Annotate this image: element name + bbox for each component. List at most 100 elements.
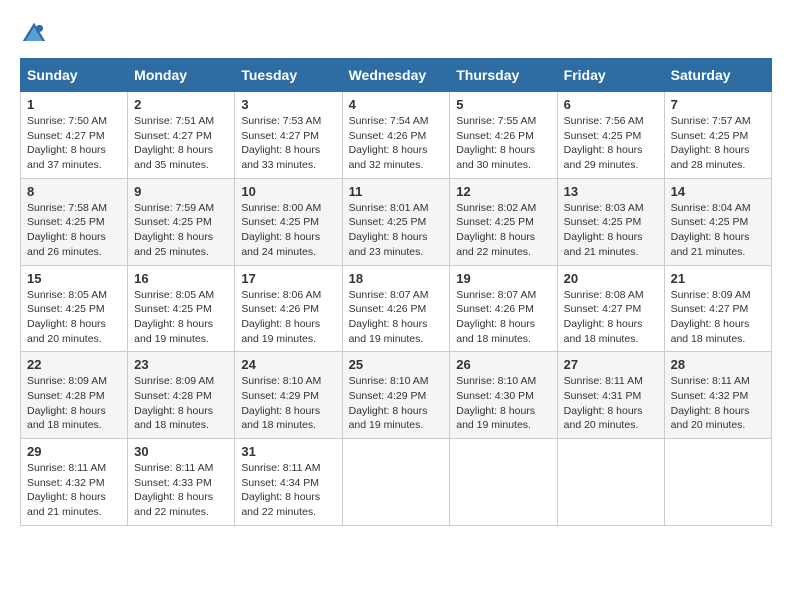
calendar-day: 6 Sunrise: 7:56 AMSunset: 4:25 PMDayligh…: [557, 92, 664, 179]
calendar-day: 15 Sunrise: 8:05 AMSunset: 4:25 PMDaylig…: [21, 265, 128, 352]
day-number: 11: [349, 184, 444, 199]
day-number: 1: [27, 97, 121, 112]
calendar-day: 4 Sunrise: 7:54 AMSunset: 4:26 PMDayligh…: [342, 92, 450, 179]
day-number: 20: [564, 271, 658, 286]
calendar-day: 5 Sunrise: 7:55 AMSunset: 4:26 PMDayligh…: [450, 92, 557, 179]
calendar-day: 10 Sunrise: 8:00 AMSunset: 4:25 PMDaylig…: [235, 178, 342, 265]
day-number: 16: [134, 271, 228, 286]
calendar-day: 27 Sunrise: 8:11 AMSunset: 4:31 PMDaylig…: [557, 352, 664, 439]
day-info: Sunrise: 8:11 AMSunset: 4:31 PMDaylight:…: [564, 375, 643, 431]
day-number: 4: [349, 97, 444, 112]
calendar-week: 15 Sunrise: 8:05 AMSunset: 4:25 PMDaylig…: [21, 265, 772, 352]
day-info: Sunrise: 8:07 AMSunset: 4:26 PMDaylight:…: [349, 289, 429, 345]
day-number: 13: [564, 184, 658, 199]
day-number: 9: [134, 184, 228, 199]
day-info: Sunrise: 7:53 AMSunset: 4:27 PMDaylight:…: [241, 115, 321, 171]
day-number: 6: [564, 97, 658, 112]
day-info: Sunrise: 8:04 AMSunset: 4:25 PMDaylight:…: [671, 202, 751, 258]
calendar-day: 7 Sunrise: 7:57 AMSunset: 4:25 PMDayligh…: [664, 92, 771, 179]
day-info: Sunrise: 7:58 AMSunset: 4:25 PMDaylight:…: [27, 202, 107, 258]
calendar-day: [664, 439, 771, 526]
day-info: Sunrise: 7:54 AMSunset: 4:26 PMDaylight:…: [349, 115, 429, 171]
day-info: Sunrise: 7:50 AMSunset: 4:27 PMDaylight:…: [27, 115, 107, 171]
day-number: 10: [241, 184, 335, 199]
day-number: 23: [134, 357, 228, 372]
calendar-day: 23 Sunrise: 8:09 AMSunset: 4:28 PMDaylig…: [128, 352, 235, 439]
day-number: 30: [134, 444, 228, 459]
day-info: Sunrise: 7:55 AMSunset: 4:26 PMDaylight:…: [456, 115, 536, 171]
day-number: 2: [134, 97, 228, 112]
weekday-header: Thursday: [450, 59, 557, 92]
calendar-day: 2 Sunrise: 7:51 AMSunset: 4:27 PMDayligh…: [128, 92, 235, 179]
calendar-day: 25 Sunrise: 8:10 AMSunset: 4:29 PMDaylig…: [342, 352, 450, 439]
day-info: Sunrise: 8:00 AMSunset: 4:25 PMDaylight:…: [241, 202, 321, 258]
calendar: SundayMondayTuesdayWednesdayThursdayFrid…: [20, 58, 772, 526]
day-number: 7: [671, 97, 765, 112]
calendar-day: 31 Sunrise: 8:11 AMSunset: 4:34 PMDaylig…: [235, 439, 342, 526]
calendar-day: 24 Sunrise: 8:10 AMSunset: 4:29 PMDaylig…: [235, 352, 342, 439]
day-info: Sunrise: 8:06 AMSunset: 4:26 PMDaylight:…: [241, 289, 321, 345]
calendar-day: [450, 439, 557, 526]
calendar-day: 8 Sunrise: 7:58 AMSunset: 4:25 PMDayligh…: [21, 178, 128, 265]
calendar-day: 18 Sunrise: 8:07 AMSunset: 4:26 PMDaylig…: [342, 265, 450, 352]
calendar-day: 3 Sunrise: 7:53 AMSunset: 4:27 PMDayligh…: [235, 92, 342, 179]
day-number: 18: [349, 271, 444, 286]
calendar-body: 1 Sunrise: 7:50 AMSunset: 4:27 PMDayligh…: [21, 92, 772, 526]
day-info: Sunrise: 8:11 AMSunset: 4:32 PMDaylight:…: [671, 375, 750, 431]
calendar-day: 19 Sunrise: 8:07 AMSunset: 4:26 PMDaylig…: [450, 265, 557, 352]
day-info: Sunrise: 8:11 AMSunset: 4:33 PMDaylight:…: [134, 462, 213, 518]
calendar-day: 22 Sunrise: 8:09 AMSunset: 4:28 PMDaylig…: [21, 352, 128, 439]
calendar-day: 11 Sunrise: 8:01 AMSunset: 4:25 PMDaylig…: [342, 178, 450, 265]
day-info: Sunrise: 8:03 AMSunset: 4:25 PMDaylight:…: [564, 202, 644, 258]
day-info: Sunrise: 8:07 AMSunset: 4:26 PMDaylight:…: [456, 289, 536, 345]
day-info: Sunrise: 8:10 AMSunset: 4:29 PMDaylight:…: [241, 375, 321, 431]
day-number: 22: [27, 357, 121, 372]
calendar-day: 29 Sunrise: 8:11 AMSunset: 4:32 PMDaylig…: [21, 439, 128, 526]
day-info: Sunrise: 7:56 AMSunset: 4:25 PMDaylight:…: [564, 115, 644, 171]
weekday-header: Saturday: [664, 59, 771, 92]
calendar-day: 12 Sunrise: 8:02 AMSunset: 4:25 PMDaylig…: [450, 178, 557, 265]
day-info: Sunrise: 8:10 AMSunset: 4:29 PMDaylight:…: [349, 375, 429, 431]
weekday-header: Sunday: [21, 59, 128, 92]
day-number: 26: [456, 357, 550, 372]
calendar-week: 8 Sunrise: 7:58 AMSunset: 4:25 PMDayligh…: [21, 178, 772, 265]
logo: [20, 20, 52, 48]
day-info: Sunrise: 7:51 AMSunset: 4:27 PMDaylight:…: [134, 115, 214, 171]
calendar-day: 26 Sunrise: 8:10 AMSunset: 4:30 PMDaylig…: [450, 352, 557, 439]
day-number: 3: [241, 97, 335, 112]
calendar-day: 17 Sunrise: 8:06 AMSunset: 4:26 PMDaylig…: [235, 265, 342, 352]
day-number: 14: [671, 184, 765, 199]
day-info: Sunrise: 8:09 AMSunset: 4:28 PMDaylight:…: [134, 375, 214, 431]
calendar-day: 30 Sunrise: 8:11 AMSunset: 4:33 PMDaylig…: [128, 439, 235, 526]
day-info: Sunrise: 8:01 AMSunset: 4:25 PMDaylight:…: [349, 202, 429, 258]
day-number: 12: [456, 184, 550, 199]
day-number: 19: [456, 271, 550, 286]
calendar-day: 1 Sunrise: 7:50 AMSunset: 4:27 PMDayligh…: [21, 92, 128, 179]
calendar-week: 22 Sunrise: 8:09 AMSunset: 4:28 PMDaylig…: [21, 352, 772, 439]
day-info: Sunrise: 7:57 AMSunset: 4:25 PMDaylight:…: [671, 115, 751, 171]
weekday-header: Monday: [128, 59, 235, 92]
weekday-header: Wednesday: [342, 59, 450, 92]
calendar-day: 13 Sunrise: 8:03 AMSunset: 4:25 PMDaylig…: [557, 178, 664, 265]
day-info: Sunrise: 8:08 AMSunset: 4:27 PMDaylight:…: [564, 289, 644, 345]
day-number: 25: [349, 357, 444, 372]
day-info: Sunrise: 8:09 AMSunset: 4:28 PMDaylight:…: [27, 375, 107, 431]
weekday-header: Tuesday: [235, 59, 342, 92]
day-info: Sunrise: 7:59 AMSunset: 4:25 PMDaylight:…: [134, 202, 214, 258]
calendar-day: 16 Sunrise: 8:05 AMSunset: 4:25 PMDaylig…: [128, 265, 235, 352]
calendar-day: [557, 439, 664, 526]
day-number: 27: [564, 357, 658, 372]
calendar-day: 20 Sunrise: 8:08 AMSunset: 4:27 PMDaylig…: [557, 265, 664, 352]
calendar-header: SundayMondayTuesdayWednesdayThursdayFrid…: [21, 59, 772, 92]
calendar-week: 1 Sunrise: 7:50 AMSunset: 4:27 PMDayligh…: [21, 92, 772, 179]
calendar-day: 21 Sunrise: 8:09 AMSunset: 4:27 PMDaylig…: [664, 265, 771, 352]
day-info: Sunrise: 8:11 AMSunset: 4:34 PMDaylight:…: [241, 462, 320, 518]
day-info: Sunrise: 8:05 AMSunset: 4:25 PMDaylight:…: [134, 289, 214, 345]
day-info: Sunrise: 8:02 AMSunset: 4:25 PMDaylight:…: [456, 202, 536, 258]
logo-icon: [20, 20, 48, 48]
day-info: Sunrise: 8:11 AMSunset: 4:32 PMDaylight:…: [27, 462, 106, 518]
day-number: 24: [241, 357, 335, 372]
calendar-day: 28 Sunrise: 8:11 AMSunset: 4:32 PMDaylig…: [664, 352, 771, 439]
day-number: 21: [671, 271, 765, 286]
calendar-day: 14 Sunrise: 8:04 AMSunset: 4:25 PMDaylig…: [664, 178, 771, 265]
